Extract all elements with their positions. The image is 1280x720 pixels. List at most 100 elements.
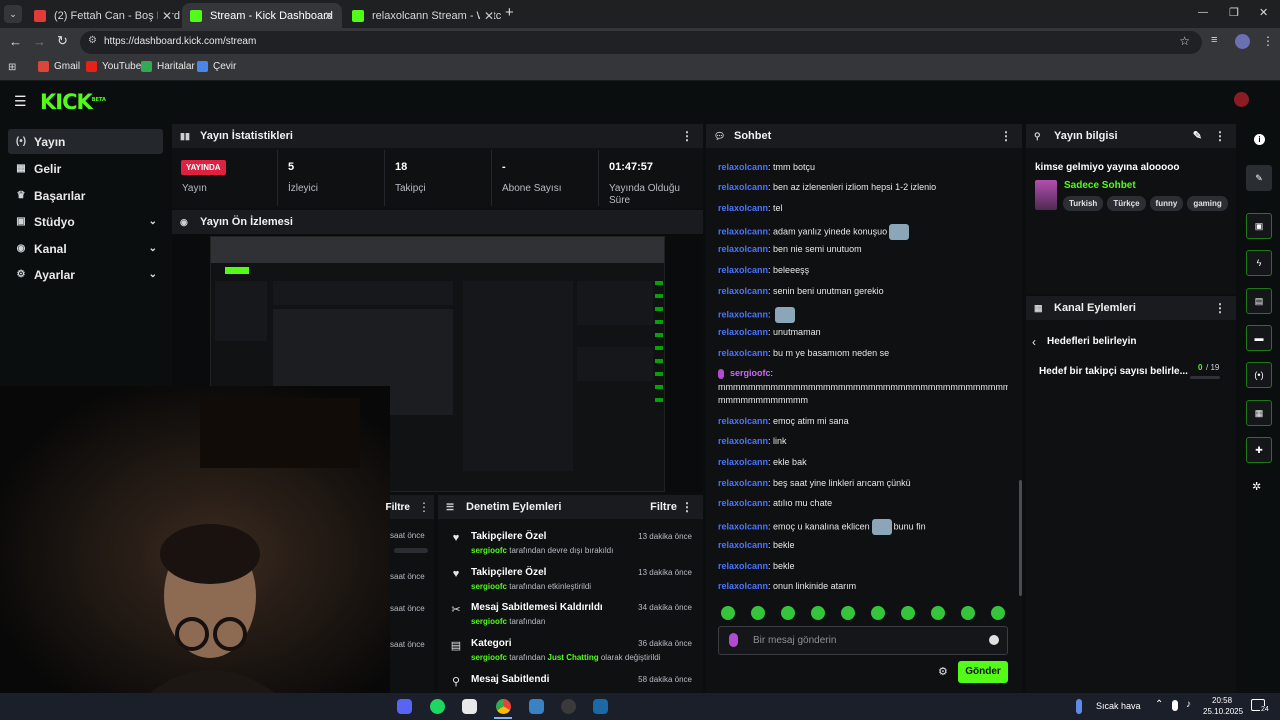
bookmark-youtube[interactable]: YouTube (86, 61, 141, 72)
restore-button[interactable]: ❐ (1229, 6, 1239, 19)
clipboard-icon[interactable]: ▤ (1246, 288, 1272, 314)
discord-icon[interactable] (397, 699, 412, 714)
sidebar-item-basarilar[interactable]: ♛ Başarılar (8, 183, 163, 208)
browser-menu-icon[interactable]: ⋮ (1262, 34, 1274, 48)
emote-button[interactable] (721, 606, 735, 620)
bookmark-maps[interactable]: Haritalar (141, 61, 195, 72)
url-field[interactable]: ⚙ https://dashboard.kick.com/stream ☆ (80, 31, 1202, 54)
chat-username[interactable]: relaxolcann (718, 309, 768, 319)
emote-button[interactable] (871, 606, 885, 620)
tab-kick-watch[interactable]: relaxolcann Stream - Watch Liv ✕ (344, 3, 502, 28)
close-tab-icon[interactable]: ✕ (324, 9, 334, 23)
emote-button[interactable] (751, 606, 765, 620)
emote-button[interactable] (811, 606, 825, 620)
sidebar-item-ayarlar[interactable]: ⚙ Ayarlar ⌄ (8, 262, 163, 287)
chat-username[interactable]: relaxolcann (718, 265, 768, 275)
chat-username[interactable]: relaxolcann (718, 521, 768, 531)
close-tab-icon[interactable]: ✕ (479, 8, 494, 23)
moderator-name[interactable]: sergioofc (471, 546, 507, 555)
more-options-icon[interactable]: ⋮ (681, 129, 693, 143)
reload-icon[interactable]: ↻ (57, 33, 68, 49)
chat-username[interactable]: relaxolcann (718, 182, 768, 192)
more-options-icon[interactable]: ⋮ (1214, 129, 1226, 143)
layers-icon[interactable]: ▦ (1246, 400, 1272, 426)
back-icon[interactable]: ← (9, 34, 22, 49)
goals-back-label[interactable]: Hedefleri belirleyin (1047, 336, 1136, 347)
info-icon[interactable]: i (1254, 134, 1265, 145)
steam-icon[interactable] (593, 699, 608, 714)
tray-chevron-icon[interactable]: ⌃ (1155, 699, 1163, 710)
chat-username[interactable]: relaxolcann (718, 436, 768, 446)
more-options-icon[interactable]: ⋮ (681, 500, 693, 514)
weather-icon[interactable] (1076, 699, 1082, 714)
wrench-icon[interactable]: ✚ (1246, 437, 1272, 463)
chat-scrollbar[interactable] (1019, 480, 1022, 596)
edit-icon[interactable]: ✎ (1193, 129, 1202, 142)
more-options-icon[interactable]: ⋮ (1000, 129, 1012, 143)
emote-button[interactable] (781, 606, 795, 620)
sidebar-item-yayin[interactable]: (•) Yayın (8, 129, 163, 154)
clock-date[interactable]: 25.10.2025 (1203, 707, 1243, 716)
bookmark-gmail[interactable]: Gmail (38, 61, 80, 72)
more-options-icon[interactable]: ⋮ (1214, 301, 1226, 315)
bookmark-star-icon[interactable]: ☆ (1179, 34, 1190, 48)
user-avatar[interactable] (1234, 92, 1249, 107)
obs-icon[interactable] (561, 699, 576, 714)
chat-username[interactable]: relaxolcann (718, 348, 768, 358)
tag-chip[interactable]: Turkish (1063, 196, 1104, 211)
chat-username[interactable]: relaxolcann (718, 457, 768, 467)
chat-settings-icon[interactable]: ⚙ (938, 665, 948, 678)
chat-username[interactable]: relaxolcann (718, 203, 768, 213)
new-tab-button[interactable]: + (505, 4, 514, 21)
scene-icon[interactable]: ▣ (1246, 213, 1272, 239)
emote-button[interactable] (991, 606, 1005, 620)
kick-logo[interactable]: KICKBETA (40, 90, 106, 114)
moderator-name[interactable]: sergioofc (471, 582, 507, 591)
goal-label[interactable]: Hedef bir takipçi sayısı belirle... (1039, 366, 1189, 377)
chat-username[interactable]: relaxolcann (718, 561, 768, 571)
filter-button[interactable]: Filtre (650, 501, 677, 513)
edit-layout-icon[interactable]: ✎ (1246, 165, 1272, 191)
site-info-icon[interactable]: ⚙ (88, 35, 97, 46)
microphone-icon[interactable] (729, 633, 738, 647)
lightning-icon[interactable]: ϟ (1246, 250, 1272, 276)
chat-username[interactable]: relaxolcann (718, 540, 768, 550)
spotify-icon[interactable] (430, 699, 445, 714)
network-icon[interactable]: ✲ (1252, 480, 1261, 493)
sidebar-item-kanal[interactable]: ◉ Kanal ⌄ (8, 236, 163, 261)
broadcast-icon[interactable]: (•) (1246, 362, 1272, 388)
moderation-item[interactable]: ▤ Kategori sergioofc tarafından Just Chatt… (448, 638, 696, 672)
mic-tray-icon[interactable] (1172, 700, 1178, 711)
moderator-name[interactable]: sergioofc (471, 617, 507, 626)
bookmark-translate[interactable]: Çevir (197, 61, 236, 72)
minimize-button[interactable]: — (1198, 7, 1208, 18)
chat-username[interactable]: relaxolcann (718, 478, 768, 488)
sidebar-item-gelir[interactable]: ▦ Gelir (8, 156, 163, 181)
emote-button[interactable] (931, 606, 945, 620)
tag-chip[interactable]: gaming (1187, 196, 1228, 211)
moderation-item[interactable]: ♥ Takipçilere Özel sergioofc tarafından de… (448, 531, 696, 565)
chat-username[interactable]: relaxolcann (718, 416, 768, 426)
more-options-icon[interactable]: ⋮ (418, 500, 430, 514)
back-icon[interactable]: ‹ (1032, 335, 1036, 349)
weather-text[interactable]: Sıcak hava (1096, 701, 1141, 711)
chat-username[interactable]: relaxolcann (718, 244, 768, 254)
category-name[interactable]: Sadece Sohbet (1064, 180, 1136, 191)
emote-button[interactable] (901, 606, 915, 620)
tab-youtube[interactable]: (2) Fettah Can - Boş Bardak - Yo ✕ (26, 3, 180, 28)
tag-chip[interactable]: Türkçe (1107, 196, 1146, 211)
apps-icon[interactable]: ⊞ (8, 62, 16, 73)
chat-username[interactable]: relaxolcann (718, 498, 768, 508)
chat-username[interactable]: relaxolcann (718, 226, 768, 236)
chat-username[interactable]: sergioofc (730, 368, 771, 378)
chat-username[interactable]: relaxolcann (718, 327, 768, 337)
chat-input[interactable]: Bir mesaj gönderin (718, 626, 1008, 655)
volume-icon[interactable]: ♪ (1186, 699, 1191, 710)
chrome-icon[interactable] (496, 699, 511, 714)
chat-username[interactable]: relaxolcann (718, 581, 768, 591)
tab-list-button[interactable]: ⌄ (4, 5, 22, 23)
chat-username[interactable]: relaxolcann (718, 286, 768, 296)
left-filter-label[interactable]: Filtre (378, 502, 410, 513)
emoji-picker-icon[interactable] (989, 635, 999, 645)
clock-time[interactable]: 20:58 (1212, 696, 1232, 705)
